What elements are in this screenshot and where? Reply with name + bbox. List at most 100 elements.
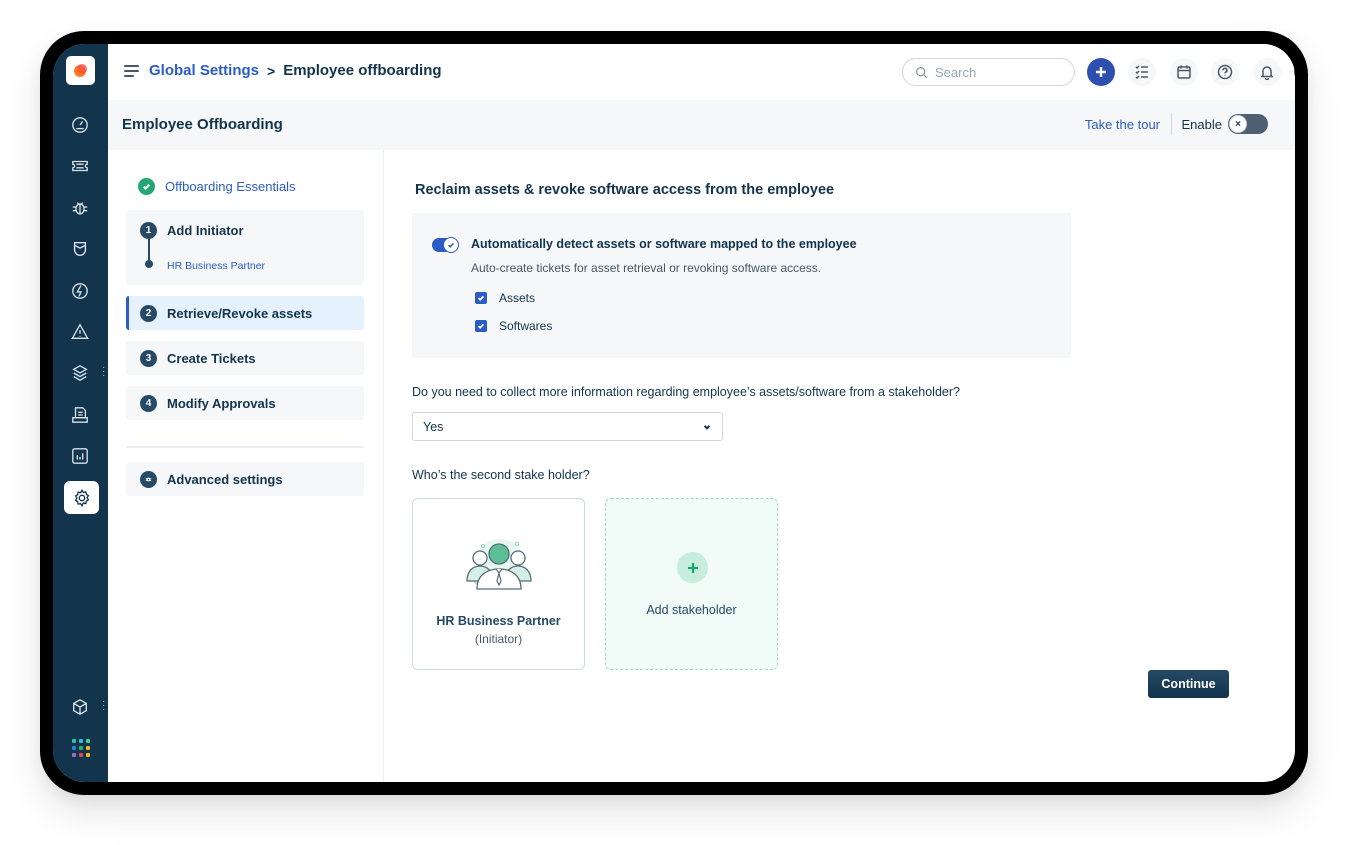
step-label: Add Initiator <box>167 223 244 238</box>
reports-icon[interactable] <box>69 445 91 467</box>
step-number-badge: 1 <box>140 222 157 239</box>
step-add-initiator[interactable]: 1 Add Initiator HR Business Partner <box>126 210 364 285</box>
step-label: Create Tickets <box>167 351 256 366</box>
step-dot <box>145 260 153 268</box>
dashboard-icon[interactable] <box>69 114 91 136</box>
main-content: Reclaim assets & revoke software access … <box>385 150 1295 782</box>
add-icon <box>1096 67 1106 77</box>
team-people-icon <box>466 539 532 590</box>
search-input[interactable] <box>935 64 1055 80</box>
step-connector <box>148 238 150 262</box>
settings-icon[interactable] <box>64 481 99 514</box>
toggle-check-icon <box>448 242 454 248</box>
advanced-settings[interactable]: Advanced settings <box>126 462 364 496</box>
step-offboarding-essentials[interactable]: Offboarding Essentials <box>138 178 296 195</box>
add-button[interactable] <box>1087 58 1115 86</box>
step-number-badge: 3 <box>140 350 157 367</box>
app-screen: · · · · · · Global Settings > Employee offbo <box>53 44 1295 782</box>
breadcrumb: Global Settings > Employee offboarding <box>149 62 442 79</box>
apps-grid-dot <box>72 746 76 750</box>
add-stakeholder-button[interactable] <box>677 552 708 583</box>
toggle-off-icon: × <box>1229 115 1247 133</box>
auto-detect-description: Auto-create tickets for asset retrieval … <box>471 261 822 275</box>
menu-icon[interactable] <box>124 65 139 77</box>
apps-grid-dot <box>72 739 76 743</box>
apps-grid-icon[interactable] <box>72 739 90 757</box>
page-subheader: Employee Offboarding Take the tour Enabl… <box>108 100 1295 150</box>
select-value: Yes <box>423 419 444 434</box>
tickets-icon[interactable] <box>69 155 91 177</box>
apps-grid-dot <box>79 753 83 757</box>
step-sublabel[interactable]: HR Business Partner <box>167 260 265 272</box>
step-label: Advanced settings <box>167 472 283 487</box>
notifications-button[interactable] <box>1253 58 1281 86</box>
device-frame: · · · · · · Global Settings > Employee offbo <box>40 31 1308 795</box>
checkbox-label: Softwares <box>499 319 553 333</box>
help-icon <box>1217 64 1233 80</box>
auto-detect-toggle[interactable] <box>432 237 459 253</box>
stakeholder-name: HR Business Partner <box>436 614 561 628</box>
continue-button[interactable]: Continue <box>1148 670 1229 698</box>
section-title: Reclaim assets & revoke software access … <box>415 182 835 198</box>
problems-icon[interactable] <box>69 197 91 219</box>
auto-detect-title: Automatically detect assets or software … <box>471 237 857 251</box>
assets-more-icon[interactable]: · · · <box>102 363 105 381</box>
apps-grid-dot <box>86 746 90 750</box>
breadcrumb-current: Employee offboarding <box>283 62 442 79</box>
checklist-icon <box>1135 65 1148 80</box>
steps-divider <box>126 446 364 448</box>
enable-toggle[interactable]: × <box>1228 114 1268 134</box>
step-create-tickets[interactable]: 3 Create Tickets <box>126 341 364 375</box>
steps-panel: Offboarding Essentials 1 Add Initiator H… <box>108 150 384 782</box>
checklist-button[interactable] <box>1128 58 1156 86</box>
check-circle-icon <box>138 178 155 195</box>
breadcrumb-global-settings[interactable]: Global Settings <box>149 62 259 79</box>
assets-icon[interactable] <box>69 362 91 384</box>
enable-label: Enable <box>1181 117 1222 132</box>
step-retrieve-revoke-assets[interactable]: 2 Retrieve/Revoke assets <box>126 296 364 330</box>
apps-grid-dot <box>72 753 76 757</box>
breadcrumb-separator: > <box>267 62 276 79</box>
notification-bell-icon <box>1260 66 1274 80</box>
stakeholder-card[interactable]: HR Business Partner (Initiator) <box>412 498 585 670</box>
softwares-checkbox[interactable] <box>475 320 487 332</box>
cube-icon[interactable] <box>69 696 91 718</box>
apps-grid-dot <box>86 753 90 757</box>
checkbox-label: Assets <box>499 291 536 305</box>
app-logo[interactable] <box>66 56 95 85</box>
take-tour-link[interactable]: Take the tour <box>1085 117 1160 132</box>
essentials-label: Offboarding Essentials <box>165 179 296 194</box>
cube-more-icon[interactable]: · · · <box>102 697 105 715</box>
plus-icon <box>687 562 698 573</box>
user-avatar[interactable] <box>1294 57 1295 86</box>
add-stakeholder-label: Add stakeholder <box>646 603 737 617</box>
softwares-checkbox-row[interactable]: Softwares <box>475 319 552 333</box>
auto-detect-panel: Automatically detect assets or software … <box>412 213 1071 358</box>
solutions-icon[interactable] <box>69 404 91 426</box>
step-number-badge: 4 <box>140 395 157 412</box>
stakeholder-select[interactable]: Yes <box>412 412 723 441</box>
add-stakeholder-card[interactable]: Add stakeholder <box>605 498 778 670</box>
apps-grid-dot <box>79 739 83 743</box>
step-modify-approvals[interactable]: 4 Modify Approvals <box>126 386 364 420</box>
step-number-badge: 2 <box>140 305 157 322</box>
stakeholder-question: Do you need to collect more information … <box>412 385 960 399</box>
chevron-down-icon <box>703 424 711 430</box>
advanced-settings-icon <box>140 471 157 488</box>
changes-icon[interactable] <box>69 238 91 260</box>
search-icon <box>915 66 928 78</box>
help-button[interactable] <box>1211 58 1239 86</box>
calendar-button[interactable] <box>1170 58 1198 86</box>
alerts-icon[interactable] <box>69 321 91 343</box>
subheader-divider <box>1171 113 1172 135</box>
assets-checkbox[interactable] <box>475 292 487 304</box>
releases-icon[interactable] <box>69 280 91 302</box>
page-title: Employee Offboarding <box>122 116 283 133</box>
assets-checkbox-row[interactable]: Assets <box>475 291 535 305</box>
stakeholder-role: (Initiator) <box>474 632 523 646</box>
calendar-icon <box>1177 65 1191 79</box>
top-header: Global Settings > Employee offboarding <box>108 44 1295 100</box>
primary-sidebar: · · · · · · <box>53 44 108 782</box>
apps-grid-dot <box>79 746 83 750</box>
search-box[interactable] <box>902 58 1075 86</box>
